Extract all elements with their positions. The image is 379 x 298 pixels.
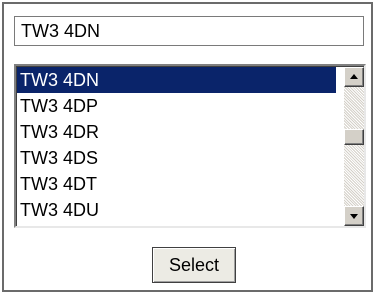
list-option[interactable]: TW3 4DS [17,145,336,171]
vertical-scrollbar[interactable] [344,67,364,226]
list-option[interactable]: TW3 4DR [17,119,336,145]
list-option[interactable]: TW3 4DT [17,171,336,197]
listbox-frame: TW3 4DN TW3 4DP TW3 4DR TW3 4DS TW3 4DT … [16,66,364,226]
select-button[interactable]: Select [152,247,236,283]
scroll-up-button[interactable] [344,67,364,87]
chevron-up-icon [350,74,358,79]
postcode-listbox[interactable]: TW3 4DN TW3 4DP TW3 4DR TW3 4DS TW3 4DT … [14,64,366,228]
chevron-down-icon [350,214,358,219]
postcode-input[interactable]: TW3 4DN [14,16,364,46]
postcode-picker-panel: TW3 4DN TW3 4DN TW3 4DP TW3 4DR TW3 4DS … [2,2,373,292]
scroll-down-button[interactable] [344,206,364,226]
list-option-selected[interactable]: TW3 4DN [17,67,336,93]
list-option[interactable]: TW3 4DU [17,197,336,223]
list-option[interactable]: TW3 4DP [17,93,336,119]
listbox-options: TW3 4DN TW3 4DP TW3 4DR TW3 4DS TW3 4DT … [17,67,336,226]
scrollbar-thumb[interactable] [344,129,364,145]
